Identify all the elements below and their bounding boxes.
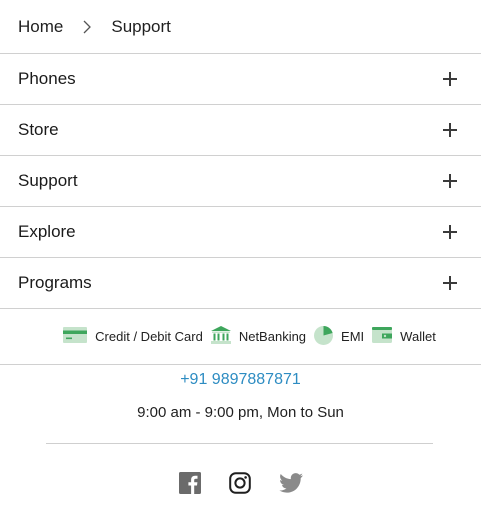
- accordion-item-label: Programs: [18, 273, 92, 292]
- plus-icon[interactable]: [443, 123, 457, 137]
- payment-netbanking-label: NetBanking: [238, 329, 307, 344]
- accordion-item-label: Store: [18, 120, 59, 139]
- social-links: [0, 472, 481, 494]
- accordion-item-support[interactable]: Support: [0, 156, 481, 207]
- accordion-item-label: Support: [18, 171, 78, 190]
- plus-icon[interactable]: [443, 72, 457, 86]
- accordion-item-label: Phones: [18, 69, 76, 88]
- payment-methods: Credit / Debit Card NetBanking EMI Walle…: [0, 309, 481, 365]
- plus-icon[interactable]: [443, 174, 457, 188]
- accordion-item-programs[interactable]: Programs: [0, 258, 481, 309]
- instagram-icon[interactable]: [228, 472, 251, 494]
- contact-info: +91 9897887871 9:00 am - 9:00 pm, Mon to…: [0, 369, 481, 423]
- divider: [46, 443, 433, 444]
- facebook-icon[interactable]: [178, 472, 201, 494]
- accordion-item-explore[interactable]: Explore: [0, 207, 481, 258]
- payment-netbanking: NetBanking: [210, 326, 307, 347]
- support-footer-page: Home Support Phones Store Support Explor…: [0, 0, 481, 510]
- accordion-item-label: Explore: [18, 222, 76, 241]
- breadcrumb-home-link[interactable]: Home: [18, 17, 63, 37]
- pie-chart-icon: [314, 325, 334, 348]
- wallet-icon: [372, 327, 393, 346]
- payment-card: Credit / Debit Card: [63, 327, 203, 346]
- chevron-right-icon: [63, 17, 111, 37]
- footer-accordion: Phones Store Support Explore Programs: [0, 54, 481, 309]
- accordion-item-store[interactable]: Store: [0, 105, 481, 156]
- bank-icon: [210, 326, 231, 347]
- payment-card-label: Credit / Debit Card: [95, 329, 203, 344]
- support-hours: 9:00 am - 9:00 pm, Mon to Sun: [137, 404, 344, 421]
- payment-emi-label: EMI: [341, 329, 365, 344]
- credit-card-icon: [63, 327, 88, 346]
- phone-link[interactable]: +91 9897887871: [0, 369, 481, 391]
- plus-icon[interactable]: [443, 276, 457, 290]
- breadcrumb-current: Support: [111, 16, 171, 36]
- accordion-item-phones[interactable]: Phones: [0, 54, 481, 105]
- plus-icon[interactable]: [443, 225, 457, 239]
- payment-wallet-label: Wallet: [400, 329, 436, 344]
- payment-wallet: Wallet: [372, 327, 436, 346]
- payment-emi: EMI: [314, 325, 365, 348]
- breadcrumb: Home Support: [0, 0, 481, 54]
- twitter-icon[interactable]: [278, 473, 303, 493]
